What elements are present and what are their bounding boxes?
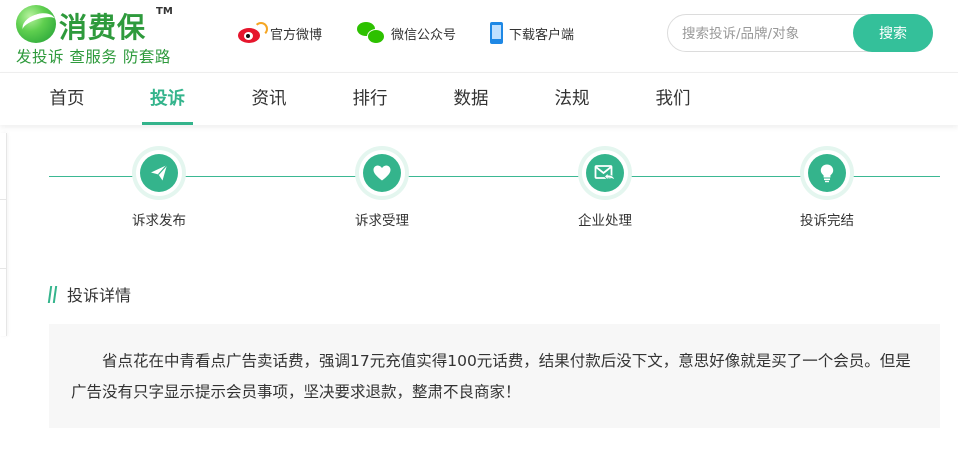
- site-header: 消费保 TM 发投诉 查服务 防套路 官方微博 微信公众号 下载客户端 搜索: [0, 0, 958, 72]
- search-box: 搜索: [667, 14, 933, 53]
- step-label: 诉求受理: [355, 213, 409, 229]
- step-label: 诉求发布: [132, 213, 186, 229]
- wechat-icon: [357, 22, 385, 44]
- nav-item-news[interactable]: 资讯: [250, 73, 288, 122]
- mobile-phone-icon: [490, 22, 503, 44]
- nav-item-about-us[interactable]: 我们: [654, 73, 692, 122]
- download-app-label: 下载客户端: [509, 27, 575, 43]
- nav-item-data[interactable]: 数据: [452, 73, 490, 122]
- step-label: 企业处理: [578, 213, 632, 229]
- nav-item-home[interactable]: 首页: [48, 73, 86, 122]
- lightbulb-icon: [820, 164, 834, 183]
- wechat-link[interactable]: 微信公众号: [357, 20, 456, 46]
- complaint-detail-text: 省点花在中青看点广告卖话费，强调17元充值实得100元话费，结果付款后没下文，意…: [71, 352, 911, 401]
- weibo-icon: [238, 22, 268, 44]
- logo-name: 消费保: [59, 11, 147, 44]
- step-circle: [359, 150, 405, 196]
- weibo-link[interactable]: 官方微博: [238, 20, 322, 46]
- detail-section-title: 投诉详情: [47, 283, 132, 305]
- search-input[interactable]: [680, 15, 854, 53]
- nav-item-regulations[interactable]: 法规: [553, 73, 591, 122]
- step-complaint-submitted: 诉求发布: [99, 150, 219, 229]
- envelope-reply-icon: [594, 165, 616, 181]
- title-accent-bars: [47, 285, 59, 303]
- logo-trademark: TM: [156, 6, 173, 17]
- heart-icon: [373, 165, 391, 181]
- complaint-detail-box: 省点花在中青看点广告卖话费，强调17元充值实得100元话费，结果付款后没下文，意…: [49, 324, 940, 428]
- logo-slogan: 发投诉 查服务 防套路: [16, 48, 171, 66]
- nav-item-rankings[interactable]: 排行: [351, 73, 389, 122]
- detail-title-text: 投诉详情: [67, 286, 132, 305]
- step-label: 投诉完结: [800, 213, 854, 229]
- site-logo[interactable]: 消费保 TM 发投诉 查服务 防套路: [16, 4, 186, 66]
- sidebar-edge: [0, 133, 7, 336]
- search-button[interactable]: 搜索: [853, 14, 933, 52]
- weibo-link-label: 官方微博: [270, 27, 323, 43]
- step-circle: [804, 150, 850, 196]
- download-app-link[interactable]: 下载客户端: [490, 20, 574, 46]
- step-circle: [582, 150, 628, 196]
- step-complaint-completed: 投诉完结: [767, 150, 887, 229]
- step-circle: [136, 150, 182, 196]
- paper-plane-icon: [151, 164, 168, 181]
- step-complaint-accepted: 诉求受理: [322, 150, 442, 229]
- main-nav: 首页 投诉 资讯 排行 数据 法规 我们: [0, 72, 958, 125]
- step-company-processing: 企业处理: [545, 150, 665, 229]
- nav-item-complaints[interactable]: 投诉: [142, 73, 193, 125]
- wechat-link-label: 微信公众号: [391, 27, 457, 43]
